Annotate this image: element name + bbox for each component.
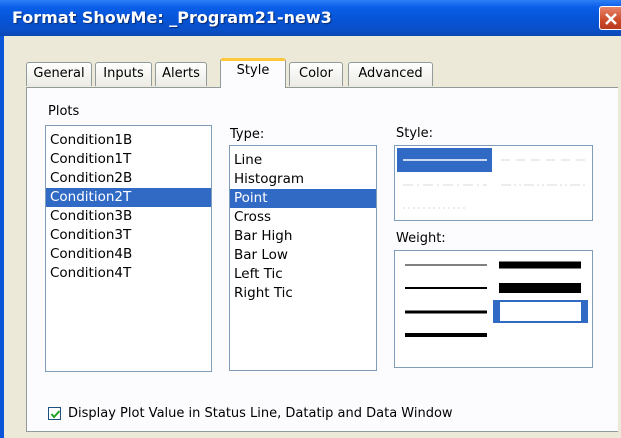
type-item[interactable]: Left Tic [230,265,376,284]
plot-item[interactable]: Condition4T [46,264,211,283]
plots-listbox[interactable]: Condition1B Condition1T Condition2B Cond… [45,125,212,372]
window-title: Format ShowMe: _Program21-new3 [12,8,332,27]
type-item[interactable]: Histogram [230,170,376,189]
type-item[interactable]: Line [230,151,376,170]
type-item[interactable]: Cross [230,208,376,227]
weight-selection-left [494,301,500,322]
plot-item[interactable]: Condition1T [46,150,211,169]
tab-advanced[interactable]: Advanced [348,62,433,86]
tab-inputs[interactable]: Inputs [95,62,152,86]
tab-general[interactable]: General [26,62,92,86]
weight-selection-right [581,301,587,322]
display-plot-value-label[interactable]: Display Plot Value in Status Line, Datat… [68,406,453,421]
window-titlebar[interactable]: Format ShowMe: _Program21-new3 [0,0,621,36]
line-style-selector[interactable] [394,145,593,221]
style-label: Style: [396,126,434,141]
plots-list: Condition1B Condition1T Condition2B Cond… [46,126,211,283]
tab-color[interactable]: Color [289,62,343,86]
type-listbox[interactable]: Line Histogram Point Cross Bar High Bar … [229,145,377,371]
type-item-selected[interactable]: Point [230,189,376,208]
plot-item[interactable]: Condition3T [46,226,211,245]
weight-selection-frame [493,300,588,323]
line-weight-selector[interactable] [394,250,593,368]
line-weight-options [405,261,588,337]
weight-label: Weight: [396,231,446,246]
tab-style[interactable]: Style [220,58,286,88]
checkmark-icon [50,410,61,419]
close-icon [605,13,617,25]
tab-alerts[interactable]: Alerts [155,62,207,86]
plot-item[interactable]: Condition2B [46,169,211,188]
type-item[interactable]: Bar High [230,227,376,246]
plot-item[interactable]: Condition1B [46,131,211,150]
type-item[interactable]: Bar Low [230,246,376,265]
display-plot-value-checkbox[interactable] [48,407,61,420]
line-style-options [397,148,587,209]
close-button[interactable] [599,6,621,30]
plot-item[interactable]: Condition3B [46,207,211,226]
type-item[interactable]: Right Tic [230,284,376,303]
plot-item-selected[interactable]: Condition2T [46,188,211,207]
type-list: Line Histogram Point Cross Bar High Bar … [230,146,376,303]
plot-item[interactable]: Condition4B [46,245,211,264]
plots-label: Plots [48,104,80,119]
type-label: Type: [230,127,265,142]
